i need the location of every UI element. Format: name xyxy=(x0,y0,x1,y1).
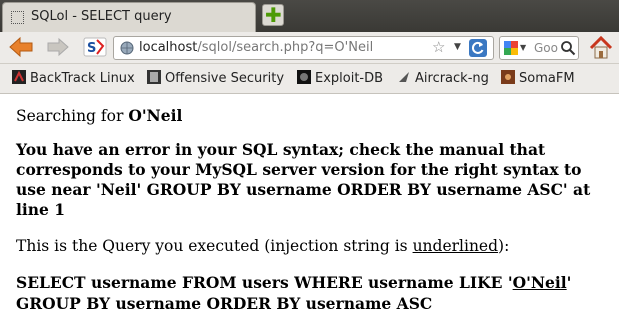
query-injection-string: O'Neil xyxy=(512,273,567,292)
url-bar[interactable]: localhost/sqlol/search.php?q=O'Neil ☆ ▼ xyxy=(113,36,494,60)
search-line: Searching for O'Neil xyxy=(16,106,182,125)
query-intro-underlined: underlined xyxy=(412,237,499,255)
reload-icon[interactable] xyxy=(469,39,487,57)
home-icon[interactable] xyxy=(588,35,614,61)
backtrack-icon xyxy=(12,70,26,84)
forward-arrow-icon[interactable] xyxy=(46,36,70,58)
executed-query: SELECT username FROM users WHERE usernam… xyxy=(16,272,606,314)
bookmark-backtrack[interactable]: BackTrack Linux xyxy=(12,70,135,86)
tab-title: SQLol - SELECT query xyxy=(31,9,172,24)
tab-bar: SQLol - SELECT query ✚ xyxy=(0,0,619,32)
bookmark-star-icon[interactable]: ☆ xyxy=(432,38,445,56)
tab-sqlol[interactable]: SQLol - SELECT query xyxy=(2,2,256,32)
url-path: /sqlol/search.php?q=O'Neil xyxy=(197,40,374,55)
search-icon[interactable] xyxy=(560,40,576,56)
page-icon xyxy=(11,11,24,24)
navigation-toolbar: S localhost/sqlol/search.php?q=O'Neil ☆ … xyxy=(0,32,619,64)
aircrack-icon xyxy=(399,72,409,82)
bookmark-label: Offensive Security xyxy=(165,71,285,86)
back-arrow-icon[interactable] xyxy=(8,35,34,59)
search-engine-dropdown-icon[interactable]: ▼ xyxy=(520,43,526,52)
globe-icon xyxy=(120,41,134,55)
query-intro-prefix: This is the Query you executed (injectio… xyxy=(16,237,413,255)
query-prefix: SELECT username FROM users WHERE usernam… xyxy=(16,273,513,292)
bookmark-label: Aircrack-ng xyxy=(415,71,489,86)
query-intro-suffix: ): xyxy=(498,237,510,255)
new-tab-button[interactable]: ✚ xyxy=(262,4,284,26)
history-dropdown-icon[interactable]: ▼ xyxy=(454,42,461,52)
url-text[interactable]: localhost/sqlol/search.php?q=O'Neil xyxy=(139,40,373,55)
search-bar[interactable]: ▼ Goo xyxy=(499,36,579,60)
bookmark-aircrack-ng[interactable]: Aircrack-ng xyxy=(397,70,489,86)
plus-icon: ✚ xyxy=(265,3,282,27)
bookmark-label: SomaFM xyxy=(519,71,575,86)
search-input[interactable]: Goo xyxy=(534,41,560,55)
search-prefix: Searching for xyxy=(16,107,129,125)
offensive-security-icon xyxy=(147,70,161,84)
sql-error-message: You have an error in your SQL syntax; ch… xyxy=(16,140,591,219)
exploit-db-icon xyxy=(297,70,311,84)
query-intro: This is the Query you executed (injectio… xyxy=(16,237,509,255)
bookmark-label: Exploit-DB xyxy=(315,71,384,86)
sqlol-extension-icon[interactable]: S xyxy=(83,36,107,58)
search-term: O'Neil xyxy=(128,106,183,125)
bookmark-exploit-db[interactable]: Exploit-DB xyxy=(297,70,383,86)
url-host: localhost xyxy=(139,40,198,55)
bookmark-offensive-security[interactable]: Offensive Security xyxy=(147,70,284,86)
svg-text:S: S xyxy=(87,41,96,56)
bookmarks-toolbar: BackTrack Linux Offensive Security Explo… xyxy=(0,64,619,94)
bookmark-label: BackTrack Linux xyxy=(30,71,135,86)
google-icon xyxy=(504,41,518,55)
somafm-icon xyxy=(501,70,515,84)
bookmark-somafm[interactable]: SomaFM xyxy=(501,70,575,86)
